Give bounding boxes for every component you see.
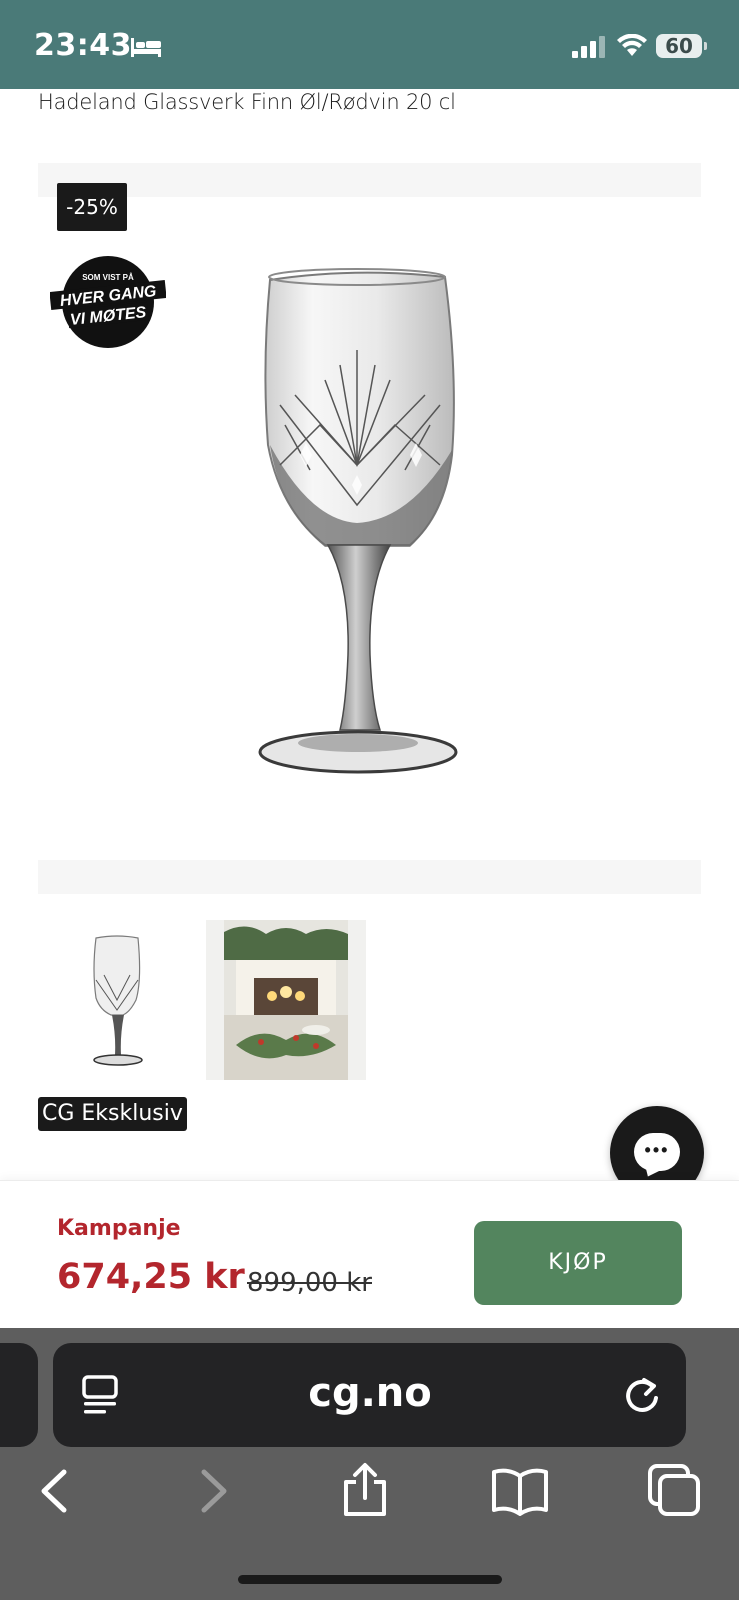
thumbnail-glass[interactable] (38, 920, 198, 1080)
campaign-label: Kampanje (57, 1216, 181, 1241)
signal-icon (572, 36, 605, 58)
image-gallery-bottom-strip (38, 860, 701, 894)
home-indicator[interactable] (238, 1575, 502, 1584)
back-icon[interactable] (36, 1466, 72, 1516)
reload-icon[interactable] (622, 1374, 662, 1416)
chat-bubble-icon: ••• (634, 1133, 680, 1171)
old-price: 899,00 kr (247, 1268, 372, 1298)
previous-tab-edge[interactable] (0, 1343, 38, 1447)
svg-text:SOM VIST PÅ: SOM VIST PÅ (82, 273, 134, 282)
exclusive-badge: CG Eksklusiv (38, 1097, 187, 1131)
battery-icon: 60 (656, 34, 707, 58)
status-time: 23:43 (34, 28, 132, 63)
current-price: 674,25 kr (57, 1257, 245, 1297)
status-bar: 23:43 60 (0, 0, 739, 89)
discount-badge: -25% (57, 183, 127, 231)
tv-show-badge: SOM VIST PÅ HVER GANG VI MØTES (50, 256, 166, 348)
bed-icon (131, 38, 161, 57)
product-main-image[interactable] (240, 255, 500, 795)
reader-mode-icon[interactable] (80, 1373, 120, 1417)
product-title: Hadeland Glassverk Finn Øl/Rødvin 20 cl (38, 90, 456, 114)
thumbnail-table-setting[interactable] (206, 920, 366, 1080)
buy-button[interactable]: KJØP (474, 1221, 682, 1305)
wifi-icon (617, 34, 647, 56)
url-text[interactable]: cg.no (200, 1370, 540, 1416)
image-gallery-top-strip (38, 163, 701, 197)
tabs-icon[interactable] (646, 1462, 702, 1518)
bookmarks-icon[interactable] (490, 1466, 550, 1516)
share-icon[interactable] (340, 1462, 390, 1518)
forward-icon[interactable] (196, 1466, 232, 1516)
